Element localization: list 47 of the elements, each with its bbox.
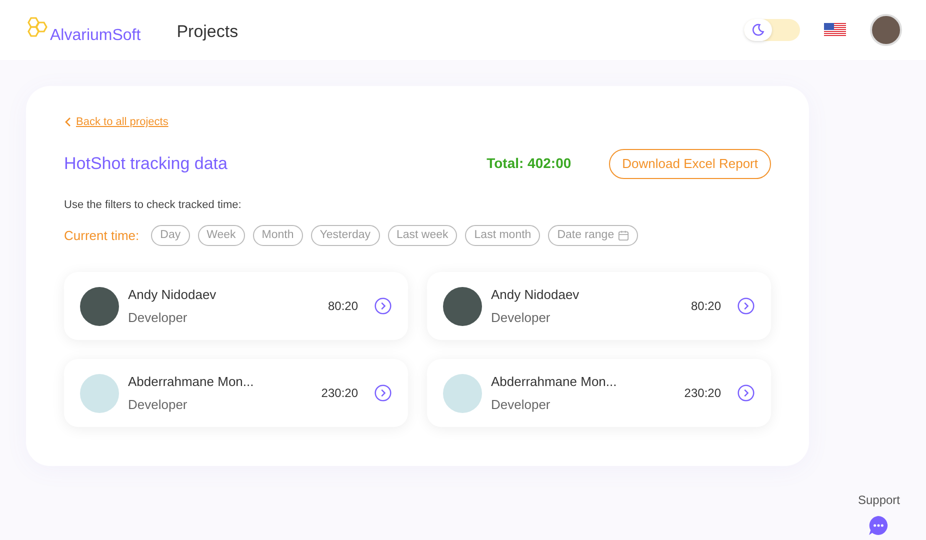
filter-chip[interactable]: Date range: [548, 225, 638, 246]
moon-icon: [751, 23, 765, 37]
member-name: Abderrahmane Mon...: [128, 372, 254, 390]
member-time: 80:20: [328, 298, 358, 315]
chevron-right-icon[interactable]: [374, 297, 392, 315]
filter-chip[interactable]: Month: [252, 225, 303, 246]
filter-label: Current time:: [64, 226, 140, 245]
avatar-placeholder: [443, 286, 482, 326]
filter-chip[interactable]: Day: [151, 225, 190, 246]
member-card[interactable]: Abderrahmane Mon... Developer 230:20: [64, 359, 408, 427]
project-title: HotShot tracking data: [64, 152, 228, 175]
member-card[interactable]: Abderrahmane Mon... Developer 230:20: [427, 359, 771, 427]
theme-toggle[interactable]: [744, 19, 800, 41]
filter-chip[interactable]: Last week: [388, 225, 458, 246]
member-role: Developer: [491, 396, 552, 414]
member-time: 80:20: [690, 298, 721, 315]
flag-icon[interactable]: [824, 23, 846, 37]
avatar-placeholder: [443, 374, 482, 412]
brand-name: AlvariumSoft: [50, 26, 141, 46]
avatar-placeholder: [80, 286, 119, 326]
filter-chip[interactable]: Week: [198, 225, 245, 246]
filter-hint: Use the filters to check tracked time:: [64, 198, 242, 212]
member-role: Developer: [491, 309, 552, 327]
avatar-placeholder: [80, 374, 119, 412]
chevron-right-icon[interactable]: [374, 384, 392, 402]
page-title: Projects: [176, 21, 238, 44]
member-time: 230:20: [321, 385, 358, 402]
member-role: Developer: [128, 396, 188, 414]
chat-icon[interactable]: [868, 515, 890, 536]
member-time: 230:20: [684, 385, 721, 402]
calendar-icon: [618, 230, 630, 241]
member-role: Developer: [128, 309, 188, 327]
member-name: Andy Nidodaev: [491, 286, 580, 304]
support-label: Support: [858, 492, 900, 509]
filter-chip[interactable]: Yesterday: [310, 225, 380, 246]
member-card[interactable]: Andy Nidodaev Developer 80:20: [427, 272, 771, 340]
chevron-left-icon: [64, 117, 72, 128]
filter-chip[interactable]: Last month: [465, 225, 540, 246]
chevron-right-icon[interactable]: [737, 384, 755, 402]
download-report-button[interactable]: Download Excel Report: [609, 148, 771, 178]
member-card[interactable]: Andy Nidodaev Developer 80:20: [64, 272, 408, 340]
back-link[interactable]: Back to all projects: [64, 114, 771, 130]
member-name: Abderrahmane Mon...: [491, 372, 617, 390]
chevron-right-icon[interactable]: [737, 297, 755, 315]
member-name: Andy Nidodaev: [128, 286, 216, 304]
user-avatar[interactable]: [870, 14, 902, 46]
total-time: Total: 402:00: [486, 154, 572, 173]
